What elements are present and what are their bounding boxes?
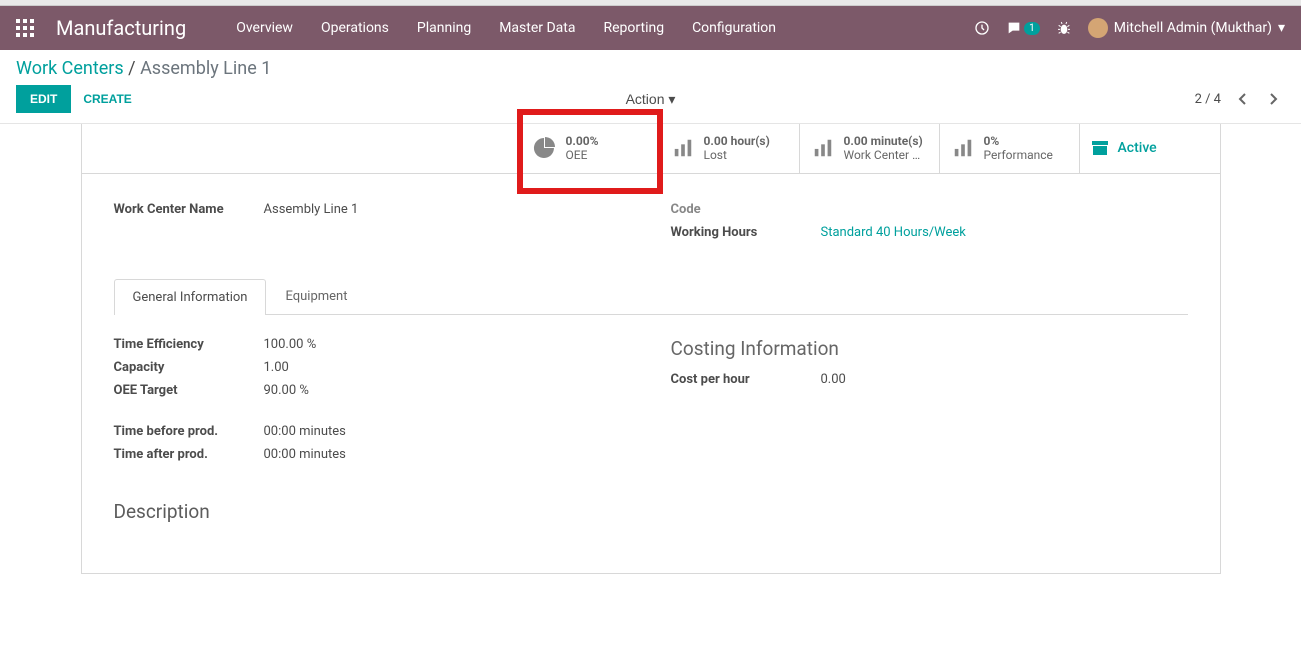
label-hours: Working Hours xyxy=(671,225,821,240)
label-oee: OEE Target xyxy=(114,383,264,398)
tabs: General Information Equipment xyxy=(114,278,1188,315)
sheet-container: 0.00% OEE 0.00 hour(s) Lost 0.00 minut xyxy=(0,123,1301,598)
stat-lost-text: 0.00 hour(s) Lost xyxy=(704,134,770,163)
action-dropdown[interactable]: Action ▾ xyxy=(626,91,676,108)
stat-active-label: Active xyxy=(1118,140,1157,156)
pager-prev[interactable] xyxy=(1231,88,1253,110)
value-oee: 90.00 % xyxy=(264,383,309,398)
field-code: Code xyxy=(671,202,1188,217)
tab-equipment[interactable]: Equipment xyxy=(266,278,366,314)
tab-left: Time Efficiency 100.00 % Capacity 1.00 O… xyxy=(114,337,631,470)
bar-chart-icon xyxy=(952,137,974,159)
stat-perf-text: 0% Performance xyxy=(984,134,1053,163)
nav-menu: Overview Operations Planning Master Data… xyxy=(236,20,776,36)
field-cost-per-hour: Cost per hour 0.00 xyxy=(671,372,1188,387)
field-time-efficiency: Time Efficiency 100.00 % xyxy=(114,337,631,352)
pager: 2 / 4 xyxy=(1195,88,1285,110)
apps-icon[interactable] xyxy=(16,19,34,37)
stat-active[interactable]: Active xyxy=(1080,124,1220,173)
edit-button[interactable]: EDIT xyxy=(16,85,71,113)
nav-reporting[interactable]: Reporting xyxy=(604,20,665,36)
stat-load-text: 0.00 minute(s) Work Center … xyxy=(844,134,923,163)
form-sheet: 0.00% OEE 0.00 hour(s) Lost 0.00 minut xyxy=(81,124,1221,574)
bar-chart-icon xyxy=(812,137,834,159)
nav-configuration[interactable]: Configuration xyxy=(692,20,776,36)
value-hours[interactable]: Standard 40 Hours/Week xyxy=(821,225,966,240)
costing-header: Costing Information xyxy=(671,337,1188,360)
value-tb: 00:00 minutes xyxy=(264,424,346,439)
field-capacity: Capacity 1.00 xyxy=(114,360,631,375)
nav-planning[interactable]: Planning xyxy=(417,20,471,36)
label-name: Work Center Name xyxy=(114,202,264,217)
field-name: Work Center Name Assembly Line 1 xyxy=(114,202,631,217)
activity-icon[interactable] xyxy=(974,20,990,36)
stat-oee[interactable]: 0.00% OEE xyxy=(520,112,660,191)
tab-content: Time Efficiency 100.00 % Capacity 1.00 O… xyxy=(114,315,1188,545)
stat-spacer xyxy=(82,124,520,173)
archive-icon xyxy=(1092,141,1108,155)
tab-general[interactable]: General Information xyxy=(114,279,267,315)
form-columns: Work Center Name Assembly Line 1 Code Wo… xyxy=(114,202,1188,248)
nav-right: 1 Mitchell Admin (Mukthar) ▾ xyxy=(974,18,1285,38)
value-cph: 0.00 xyxy=(821,372,846,387)
breadcrumb-parent[interactable]: Work Centers xyxy=(16,58,124,79)
label-cph: Cost per hour xyxy=(671,372,821,387)
messaging-icon[interactable]: 1 xyxy=(1006,20,1040,36)
app-title: Manufacturing xyxy=(56,16,186,40)
value-cap: 1.00 xyxy=(264,360,289,375)
value-ta: 00:00 minutes xyxy=(264,447,346,462)
value-name: Assembly Line 1 xyxy=(264,202,359,217)
pager-text: 2 / 4 xyxy=(1195,92,1221,107)
create-button[interactable]: CREATE xyxy=(83,92,131,106)
label-code: Code xyxy=(671,202,821,217)
bar-chart-icon xyxy=(672,137,694,159)
field-time-before: Time before prod. 00:00 minutes xyxy=(114,424,631,439)
pager-next[interactable] xyxy=(1263,88,1285,110)
form-body: Work Center Name Assembly Line 1 Code Wo… xyxy=(82,174,1220,573)
nav-operations[interactable]: Operations xyxy=(321,20,389,36)
nav-overview[interactable]: Overview xyxy=(236,20,293,36)
message-badge: 1 xyxy=(1024,22,1040,35)
stat-buttons: 0.00% OEE 0.00 hour(s) Lost 0.00 minut xyxy=(82,124,1220,174)
breadcrumb-row: Work Centers / Assembly Line 1 xyxy=(0,50,1301,79)
form-left: Work Center Name Assembly Line 1 xyxy=(114,202,631,248)
label-cap: Capacity xyxy=(114,360,264,375)
stat-load[interactable]: 0.00 minute(s) Work Center … xyxy=(800,124,940,173)
stat-lost[interactable]: 0.00 hour(s) Lost xyxy=(660,124,800,173)
breadcrumb-current: Assembly Line 1 xyxy=(140,58,271,79)
nav-master-data[interactable]: Master Data xyxy=(499,20,575,36)
user-name: Mitchell Admin (Mukthar) xyxy=(1114,20,1272,36)
avatar xyxy=(1088,18,1108,38)
label-ta: Time after prod. xyxy=(114,447,264,462)
caret-down-icon: ▾ xyxy=(1278,20,1285,36)
field-oee-target: OEE Target 90.00 % xyxy=(114,383,631,398)
description-header: Description xyxy=(114,500,1188,523)
caret-down-icon: ▾ xyxy=(668,91,675,107)
tab-columns: Time Efficiency 100.00 % Capacity 1.00 O… xyxy=(114,337,1188,470)
breadcrumb: Work Centers / Assembly Line 1 xyxy=(16,58,271,79)
stat-oee-text: 0.00% OEE xyxy=(566,134,599,163)
action-dropdown-wrap: Action ▾ xyxy=(626,91,676,108)
stat-performance[interactable]: 0% Performance xyxy=(940,124,1080,173)
tab-right: Costing Information Cost per hour 0.00 xyxy=(671,337,1188,470)
label-tb: Time before prod. xyxy=(114,424,264,439)
value-te: 100.00 % xyxy=(264,337,317,352)
breadcrumb-sep: / xyxy=(128,58,140,79)
field-hours: Working Hours Standard 40 Hours/Week xyxy=(671,225,1188,240)
form-right: Code Working Hours Standard 40 Hours/Wee… xyxy=(671,202,1188,248)
main-navbar: Manufacturing Overview Operations Planni… xyxy=(0,6,1301,50)
user-menu[interactable]: Mitchell Admin (Mukthar) ▾ xyxy=(1088,18,1285,38)
field-time-after: Time after prod. 00:00 minutes xyxy=(114,447,631,462)
debug-icon[interactable] xyxy=(1056,20,1072,36)
label-te: Time Efficiency xyxy=(114,337,264,352)
pie-chart-icon xyxy=(532,136,556,160)
